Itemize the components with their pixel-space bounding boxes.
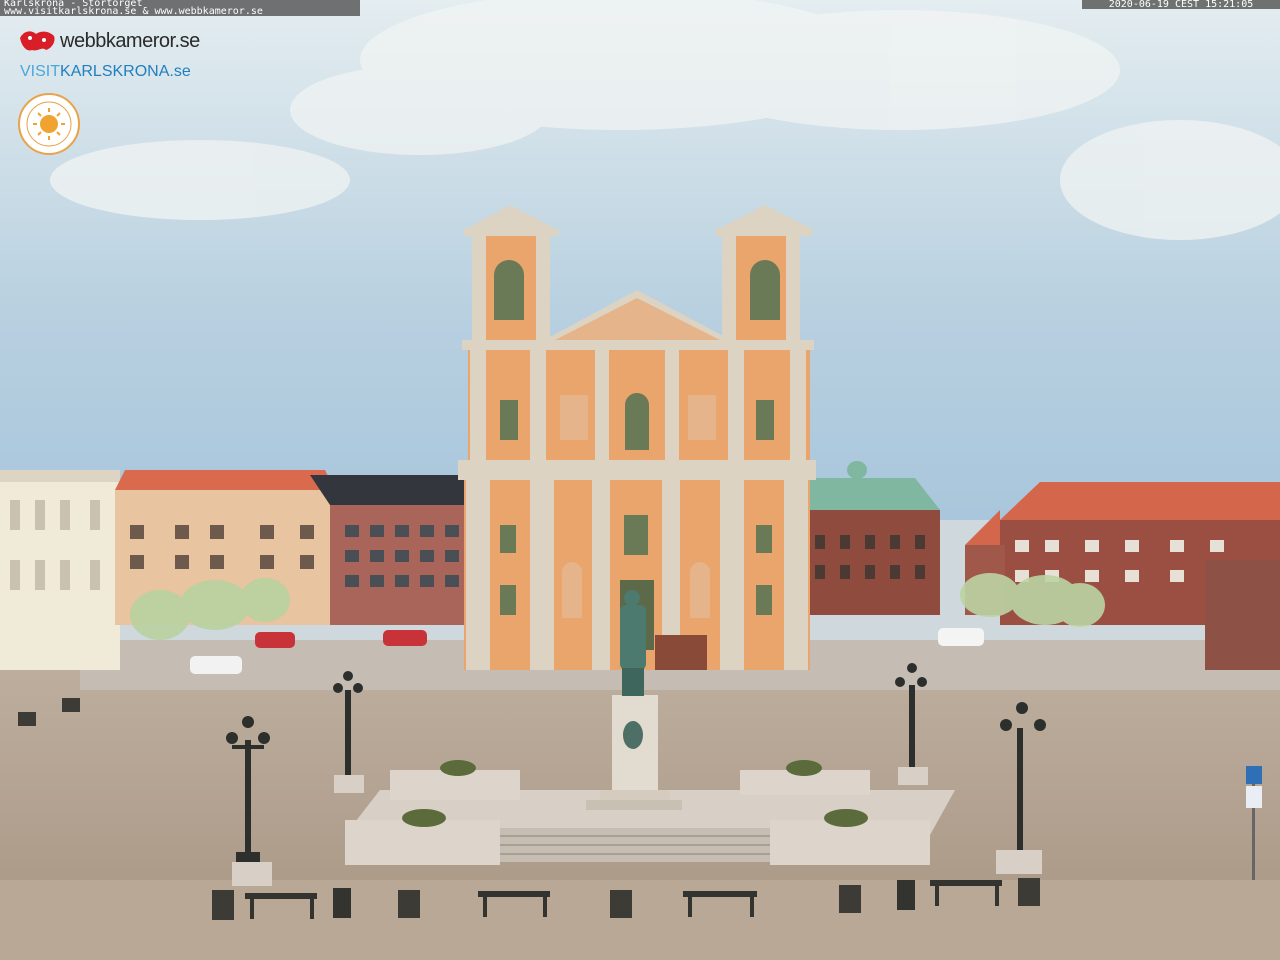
camera-source-urls: www.visitkarlskrona.se & www.webbkameror… xyxy=(4,6,263,17)
visit-karlskrona-logo: VISITKARLSKRONA.se xyxy=(20,63,191,81)
timestamp-overlay: 2020-06-19 CEST 15:21:05 xyxy=(1082,0,1280,10)
sunniest-city-badge-icon xyxy=(18,93,80,155)
green-roof-building xyxy=(805,461,940,615)
visit-suffix: KARLSKRONA.se xyxy=(60,63,191,80)
webcam-scene xyxy=(0,0,1280,960)
left-white-building xyxy=(0,470,120,670)
camera-title-overlay: Karlskrona - Stortorget www.visitkarlskr… xyxy=(0,0,360,16)
visit-prefix: VISIT xyxy=(20,63,61,80)
world-map-icon xyxy=(20,31,55,51)
webbkameror-logo: webbkameror.se xyxy=(18,26,200,56)
webbkameror-logo-text: webbkameror.se xyxy=(60,29,200,52)
